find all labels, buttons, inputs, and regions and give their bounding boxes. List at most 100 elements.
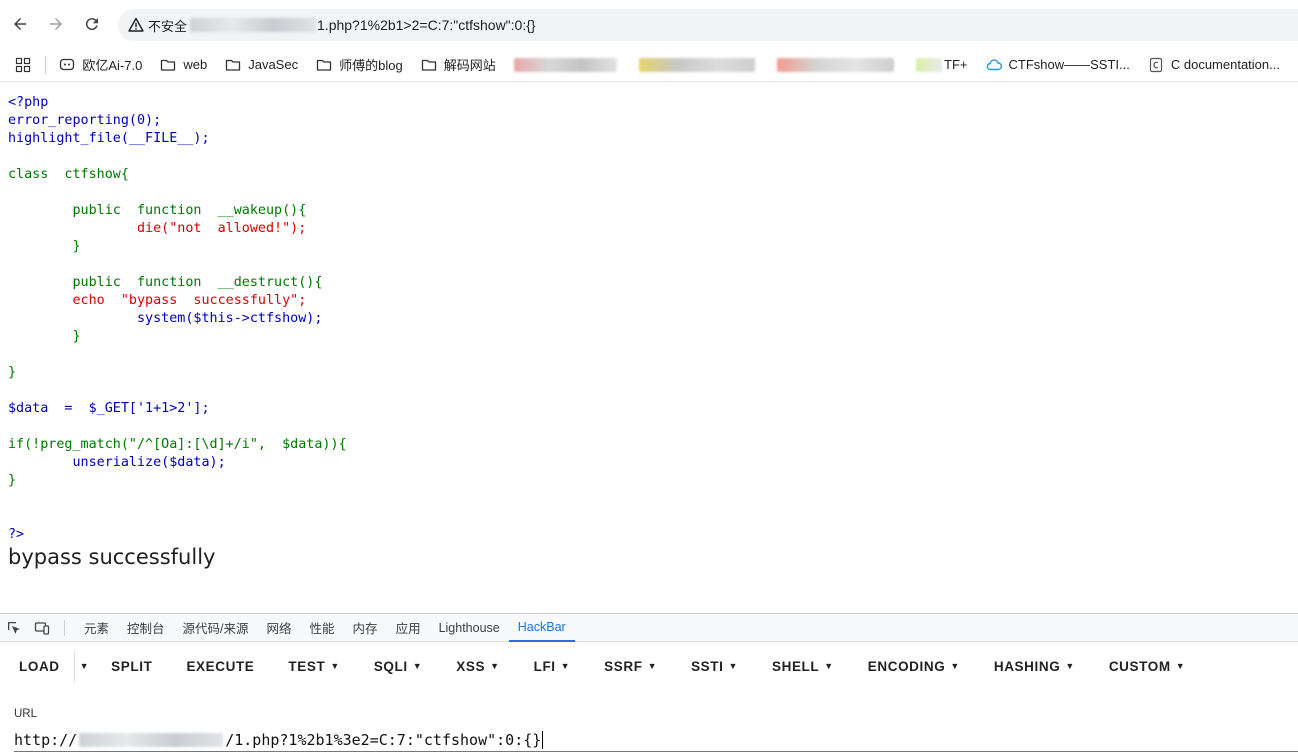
tab-network[interactable]: 网络 [258, 614, 301, 642]
load-button[interactable]: LOAD [19, 650, 75, 682]
code-line: system($this->ctfshow); [8, 311, 323, 326]
code-line: if(!preg_match("/^[Oa]:[\d]+/i", $data))… [8, 437, 347, 452]
shell-menu-button[interactable]: SHELL ▼ [772, 659, 834, 674]
chat-icon [60, 58, 75, 70]
code-line: $data = $_GET['1+1>2']; [8, 401, 210, 416]
tab-memory[interactable]: 内存 [344, 614, 387, 642]
caret-down-icon: ▼ [1175, 661, 1186, 671]
ssrf-menu-button[interactable]: SSRF ▼ [604, 659, 657, 674]
bookmark-label: C documentation... [1170, 57, 1280, 72]
button-label: EXECUTE [186, 658, 255, 674]
bookmark-label: 解码网站 [443, 58, 496, 73]
hackbar-toolbar: LOAD ▼ SPLIT EXECUTE TEST ▼ SQLI ▼ XSS ▼ LF… [0, 650, 1219, 682]
code-line: public function __destruct(){ [8, 275, 323, 290]
split-button[interactable]: SPLIT [111, 659, 152, 674]
folder-icon [226, 59, 241, 71]
button-label: HASHING [993, 658, 1061, 674]
tab-application[interactable]: 应用 [387, 614, 430, 642]
redacted-host [79, 732, 224, 747]
bookmark-label: 师傅的blog [339, 58, 403, 73]
bookmark-folder[interactable]: JavaSec [225, 57, 298, 73]
tab-performance[interactable]: 性能 [301, 614, 344, 642]
redacted-bookmark [513, 57, 618, 72]
code-line: } [8, 473, 17, 488]
button-label: SSTI [691, 658, 724, 674]
xss-menu-button[interactable]: XSS ▼ [456, 659, 499, 674]
address-url-text: 1.php?1%2b1>2=C:7:"ctfshow":0:{} [317, 17, 536, 33]
caret-down-icon: ▼ [330, 661, 340, 671]
bookmark-item[interactable]: CTFshow——SSTI... [986, 57, 1130, 73]
code-line: public function __wakeup(){ [8, 203, 307, 218]
bookmarks-separator [44, 55, 46, 74]
caret-down-icon: ▼ [412, 661, 423, 671]
bookmark-label: 欧亿Ai-7.0 [82, 58, 143, 73]
test-menu-button[interactable]: TEST ▼ [288, 659, 339, 674]
devtools-tab-bar: 元素 控制台 源代码/来源 网络 性能 内存 应用 Lighthouse Hac… [0, 614, 1298, 642]
doc-icon [1149, 57, 1162, 72]
custom-menu-button[interactable]: CUSTOM ▼ [1109, 659, 1185, 674]
button-label: TEST [288, 658, 326, 674]
url-path-text: /1.php?1%2b1%3e2=C:7:"ctfshow":0:{} [225, 730, 542, 749]
folder-icon [161, 59, 176, 71]
tab-lighthouse[interactable]: Lighthouse [430, 614, 509, 642]
tab-sources[interactable]: 源代码/来源 [174, 614, 258, 642]
site-icon [916, 57, 943, 72]
tab-elements[interactable]: 元素 [75, 614, 118, 642]
forward-button[interactable] [44, 12, 68, 36]
encoding-menu-button[interactable]: ENCODING ▼ [868, 659, 960, 674]
bookmark-folder[interactable]: web [160, 57, 207, 73]
address-bar[interactable]: 不安全 1.php?1%2b1>2=C:7:"ctfshow":0:{} [118, 9, 1298, 41]
button-label: SHELL [772, 658, 820, 674]
code-line: echo "bypass successfully"; [8, 293, 307, 308]
caret-down-icon: ▼ [647, 661, 658, 671]
arrow-right-icon [50, 18, 62, 30]
sqli-menu-button[interactable]: SQLI ▼ [374, 659, 422, 674]
cloud-icon [986, 58, 1002, 70]
button-label: XSS [456, 658, 486, 674]
bookmark-folder[interactable]: 解码网站 [421, 55, 496, 74]
bookmark-item[interactable]: 欧亿Ai-7.0 [59, 55, 142, 74]
tab-console[interactable]: 控制台 [118, 614, 174, 642]
button-label: SQLI [373, 658, 408, 674]
bookmark-label: TF+ [944, 57, 968, 72]
url-prefix-text: http:// [14, 730, 78, 749]
caret-down-icon: ▼ [824, 661, 834, 671]
bookmark-item[interactable]: TF+ [916, 57, 968, 72]
button-label: SSRF [604, 658, 643, 674]
folder-icon [421, 59, 436, 71]
caret-down-icon: ▼ [560, 661, 571, 671]
ssti-menu-button[interactable]: SSTI ▼ [691, 659, 738, 674]
execute-button[interactable]: EXECUTE [186, 659, 254, 674]
lfi-menu-button[interactable]: LFI ▼ [534, 659, 571, 674]
code-line: } [8, 365, 17, 380]
back-button[interactable] [8, 12, 32, 36]
php-source-code: <?php error_reporting(0); highlight_file… [8, 94, 347, 544]
bookmark-folder[interactable]: 师傅的blog [316, 55, 403, 74]
folder-icon [316, 59, 332, 71]
hashing-menu-button[interactable]: HASHING ▼ [994, 659, 1075, 674]
bookmark-label: JavaSec [248, 57, 299, 72]
caret-down-icon: ▼ [950, 661, 960, 671]
arrow-left-icon [14, 18, 26, 30]
redacted-bookmark [639, 57, 755, 72]
apps-grid-icon[interactable] [15, 55, 33, 75]
caret-down-icon: ▼ [728, 661, 738, 671]
redacted-bookmark [776, 57, 895, 72]
code-line: highlight_file(__FILE__); [8, 131, 210, 146]
button-label: LFI [533, 658, 556, 674]
text-cursor [542, 730, 544, 749]
hackbar-url-input[interactable]: http:// /1.php?1%2b1%3e2=C:7:"ctfshow":0… [14, 728, 1298, 752]
code-line: } [8, 239, 81, 254]
code-line: error_reporting(0); [8, 113, 162, 128]
reload-button[interactable] [80, 12, 104, 36]
inspect-element-icon[interactable] [6, 619, 24, 637]
code-line: } [8, 329, 81, 344]
device-toolbar-icon[interactable] [34, 619, 52, 637]
caret-down-icon: ▼ [490, 661, 500, 671]
bookmark-item[interactable]: C documentation... [1148, 57, 1280, 73]
load-dropdown-caret-icon[interactable]: ▼ [80, 661, 90, 671]
insecure-label: 不安全 [148, 18, 188, 34]
tab-hackbar[interactable]: HackBar [508, 614, 575, 642]
page-output-text: bypass successfully [8, 545, 216, 569]
button-label: ENCODING [867, 658, 946, 674]
